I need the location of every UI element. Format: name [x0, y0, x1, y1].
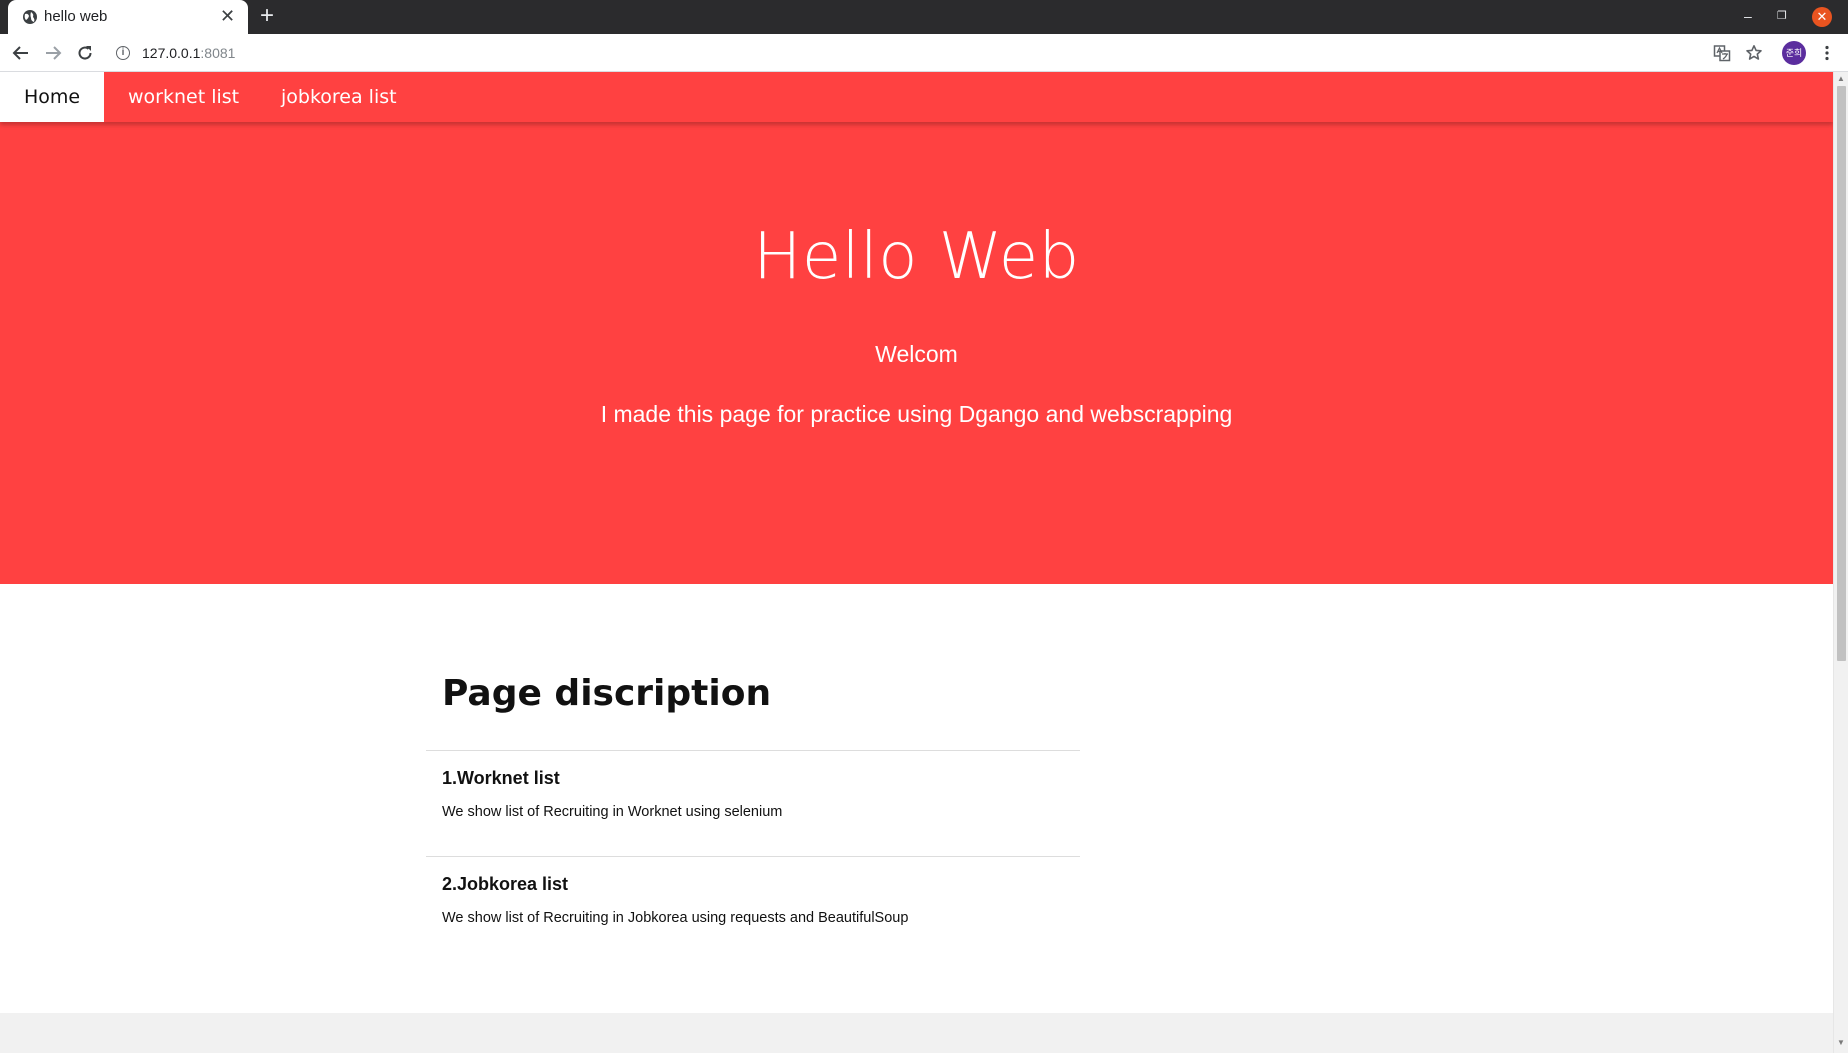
item-text: We show list of Recruiting in Worknet us… — [442, 804, 783, 820]
browser-toolbar: i 127.0.0.1:8081 준희 — [0, 34, 1848, 72]
kebab-menu-icon — [1825, 45, 1829, 61]
new-tab-icon[interactable]: + — [260, 4, 274, 28]
tab-close-icon[interactable]: ✕ — [220, 7, 235, 25]
translate-icon — [1713, 45, 1731, 62]
scroll-down-icon[interactable]: ▼ — [1837, 1038, 1845, 1047]
browser-tab[interactable]: hello web ✕ — [8, 0, 248, 34]
hero-description: I made this page for practice using Dgan… — [600, 401, 1233, 427]
globe-icon — [23, 10, 37, 24]
description-section: Page discription 1.Worknet list We show … — [0, 584, 1833, 1013]
item-title: 1.Worknet list — [442, 768, 560, 788]
nav-jobkorea-list[interactable]: jobkorea list — [257, 72, 421, 122]
hero-section: Hello Web Welcom I made this page for pr… — [0, 122, 1833, 584]
bookmark-button[interactable] — [1738, 34, 1770, 72]
site-info-icon[interactable]: i — [116, 46, 130, 60]
star-icon — [1746, 45, 1762, 60]
reload-icon — [78, 46, 92, 60]
hero-title: Hello Web — [753, 220, 1080, 294]
forward-arrow-icon — [46, 46, 62, 60]
minimize-icon[interactable]: – — [1744, 8, 1752, 24]
url-port: :8081 — [200, 45, 236, 61]
url-host: 127.0.0.1 — [142, 45, 201, 61]
item-title: 2.Jobkorea list — [442, 874, 569, 894]
url-text: 127.0.0.1:8081 — [142, 45, 235, 61]
hero-subtitle: Welcom — [875, 341, 958, 367]
scroll-thumb[interactable] — [1837, 86, 1846, 661]
divider — [426, 750, 1080, 751]
restore-icon[interactable]: ❐ — [1777, 8, 1787, 24]
vertical-scrollbar[interactable]: ▲ ▼ — [1833, 72, 1848, 1053]
back-arrow-icon — [12, 46, 28, 60]
tab-title: hello web — [44, 8, 108, 25]
window-close-icon[interactable]: ✕ — [1812, 7, 1832, 27]
section-title: Page discription — [442, 673, 772, 714]
back-button[interactable] — [5, 34, 37, 72]
address-bar[interactable]: i 127.0.0.1:8081 — [108, 38, 1768, 68]
forward-button[interactable] — [37, 34, 69, 72]
nav-home[interactable]: Home — [0, 72, 104, 122]
nav-worknet-list[interactable]: worknet list — [104, 72, 263, 122]
top-navbar: Home worknet list jobkorea list — [0, 72, 1833, 122]
translate-button[interactable] — [1706, 34, 1738, 72]
menu-button[interactable] — [1811, 34, 1843, 72]
page-viewport: Home worknet list jobkorea list Hello We… — [0, 72, 1833, 1053]
item-text: We show list of Recruiting in Jobkorea u… — [442, 910, 909, 926]
reload-button[interactable] — [69, 34, 101, 72]
profile-avatar[interactable]: 준희 — [1782, 41, 1806, 65]
scroll-up-icon[interactable]: ▲ — [1837, 74, 1845, 83]
tab-strip: hello web ✕ + – ❐ ✕ — [0, 0, 1848, 34]
divider — [426, 856, 1080, 857]
